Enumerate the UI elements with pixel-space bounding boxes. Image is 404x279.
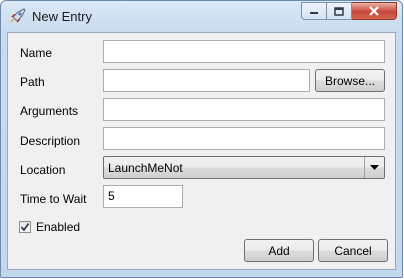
maximize-button[interactable] [327,2,352,20]
close-button[interactable] [352,2,397,20]
dialog-window: New Entry Name Path Browse... Arguments … [0,0,403,278]
arguments-input[interactable] [103,98,385,121]
maximize-icon [334,6,344,16]
location-value: LaunchMeNot [108,161,183,175]
close-icon [369,6,379,16]
location-select[interactable]: LaunchMeNot [103,156,385,179]
time-to-wait-label: Time to Wait [20,192,87,206]
title-bar[interactable]: New Entry [1,1,402,31]
path-input[interactable] [103,69,310,92]
location-label: Location [20,163,66,177]
minimize-button[interactable] [301,2,327,20]
check-icon [20,222,30,232]
browse-button[interactable]: Browse... [315,69,385,92]
enabled-label[interactable]: Enabled [36,220,80,234]
chevron-down-icon[interactable] [364,157,384,178]
description-input[interactable] [103,127,385,150]
minimize-icon [310,12,318,14]
dialog-content: Name Path Browse... Arguments Descriptio… [7,32,396,270]
caption-buttons [301,2,397,22]
arguments-label: Arguments [20,104,79,118]
window-title: New Entry [32,9,92,24]
name-label: Name [20,46,53,60]
rocket-icon [11,8,26,23]
name-input[interactable] [103,40,385,63]
description-label: Description [20,134,81,148]
enabled-checkbox[interactable] [19,221,31,233]
time-to-wait-input[interactable]: 5 [103,185,183,208]
add-button[interactable]: Add [244,239,314,262]
cancel-button[interactable]: Cancel [318,239,388,262]
path-label: Path [20,75,45,89]
